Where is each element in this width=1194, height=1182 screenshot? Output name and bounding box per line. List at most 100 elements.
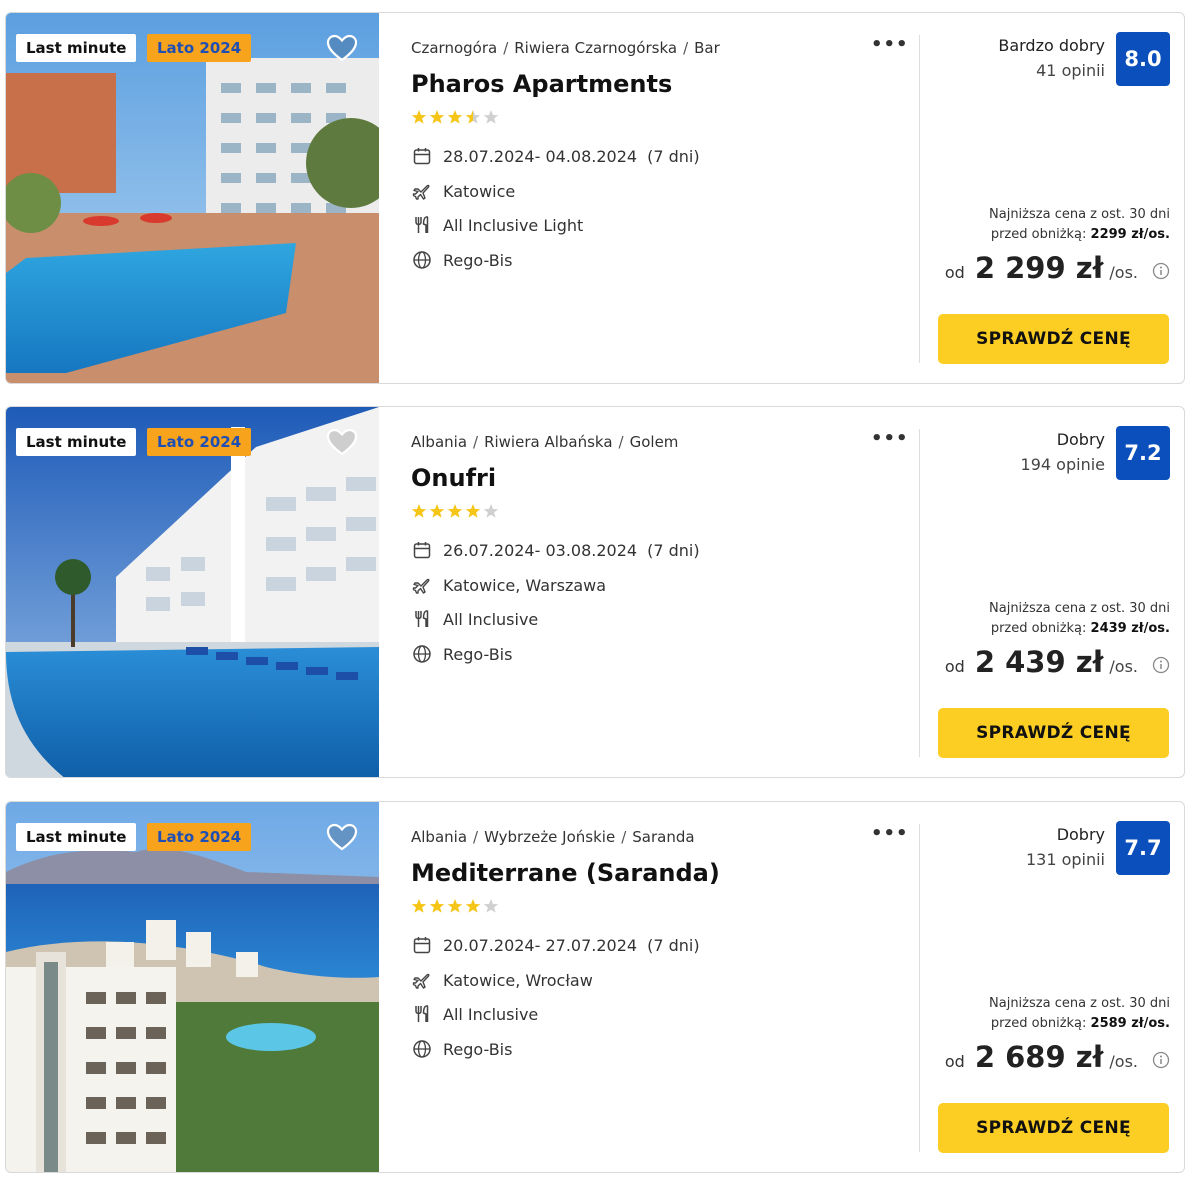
price-value: 2 439 zł bbox=[974, 645, 1104, 679]
rating-label: Dobry bbox=[1056, 430, 1105, 449]
country-link[interactable]: Albania bbox=[411, 828, 467, 846]
price-panel: Dobry 194 opinie 7.2 Najniższa cena z os… bbox=[920, 407, 1184, 777]
hotel-name[interactable]: Onufri bbox=[411, 464, 496, 492]
rating-label: Dobry bbox=[1056, 825, 1105, 844]
city-link[interactable]: Golem bbox=[630, 433, 679, 451]
more-dots-icon[interactable]: ••• bbox=[871, 430, 908, 451]
breadcrumb-separator: / bbox=[683, 39, 689, 57]
duration-text: (7 dni) bbox=[647, 146, 700, 166]
calendar-icon bbox=[411, 145, 433, 167]
star-icon bbox=[447, 503, 463, 519]
info-icon[interactable] bbox=[1152, 262, 1170, 280]
tour-operator: Rego-Bis bbox=[411, 642, 512, 666]
departure-text: Katowice, Wrocław bbox=[443, 970, 593, 990]
hotel-name[interactable]: Pharos Apartments bbox=[411, 70, 672, 98]
operator-text: Rego-Bis bbox=[443, 1039, 513, 1059]
board-type: All Inclusive bbox=[411, 1002, 538, 1026]
location-breadcrumb: Albania / Wybrzeże Jońskie / Saranda bbox=[411, 828, 695, 846]
country-link[interactable]: Czarnogóra bbox=[411, 39, 497, 57]
star-icon bbox=[483, 503, 499, 519]
departure-city: Katowice, Wrocław bbox=[411, 968, 593, 992]
region-link[interactable]: Riwiera Albańska bbox=[484, 433, 612, 451]
hotel-photo-image bbox=[6, 802, 379, 1172]
lowest-price-value-line: przed obniżką: 2589 zł/os. bbox=[991, 1016, 1170, 1031]
region-link[interactable]: Riwiera Czarnogórska bbox=[514, 39, 677, 57]
star-icon bbox=[411, 503, 427, 519]
hotel-photo[interactable]: Last minute Lato 2024 bbox=[6, 407, 379, 777]
score-badge: 7.7 bbox=[1116, 821, 1170, 875]
info-icon[interactable] bbox=[1152, 656, 1170, 674]
breadcrumb-separator: / bbox=[503, 39, 509, 57]
hotel-photo[interactable]: Last minute Lato 2024 bbox=[6, 802, 379, 1172]
operator-text: Rego-Bis bbox=[443, 250, 513, 270]
more-dots-icon[interactable]: ••• bbox=[871, 36, 908, 57]
last-minute-badge: Last minute bbox=[16, 428, 137, 456]
plane-icon bbox=[411, 574, 433, 596]
board-text: All Inclusive bbox=[443, 1004, 539, 1024]
operator-text: Rego-Bis bbox=[443, 644, 513, 664]
offer-card[interactable]: Last minute Lato 2024 Czarnogóra / Riwiera… bbox=[5, 12, 1185, 384]
breadcrumb-separator: / bbox=[473, 433, 479, 451]
review-count[interactable]: 131 opinii bbox=[1026, 850, 1105, 869]
globe-icon bbox=[411, 249, 433, 271]
trip-dates: 28.07.2024- 04.08.2024 (7 dni) bbox=[411, 144, 700, 168]
star-rating bbox=[411, 503, 499, 519]
dates-text: 26.07.2024- 03.08.2024 bbox=[443, 540, 638, 560]
check-price-button[interactable]: SPRAWDŹ CENĘ bbox=[938, 314, 1169, 364]
city-link[interactable]: Bar bbox=[694, 39, 720, 57]
check-price-button[interactable]: SPRAWDŹ CENĘ bbox=[938, 708, 1169, 758]
board-type: All Inclusive Light bbox=[411, 213, 583, 237]
board-text: All Inclusive Light bbox=[443, 215, 584, 235]
heart-outline-icon[interactable] bbox=[326, 822, 358, 852]
star-icon bbox=[429, 898, 445, 914]
price-row: od 2 439 zł /os. bbox=[945, 645, 1170, 685]
review-count[interactable]: 194 opinie bbox=[1021, 455, 1105, 474]
star-icon bbox=[465, 898, 481, 914]
offer-card[interactable]: Last minute Lato 2024 Albania / Riwiera Al… bbox=[5, 406, 1185, 778]
star-icon bbox=[411, 109, 427, 125]
star-icon bbox=[465, 109, 481, 125]
trip-dates: 26.07.2024- 03.08.2024 (7 dni) bbox=[411, 538, 700, 562]
price-prefix: od bbox=[944, 263, 965, 282]
plane-icon bbox=[411, 969, 433, 991]
heart-outline-icon[interactable] bbox=[326, 33, 358, 63]
score-badge: 8.0 bbox=[1116, 32, 1170, 86]
lowest-price-prefix: przed obniżką: bbox=[990, 621, 1087, 636]
city-link[interactable]: Saranda bbox=[632, 828, 694, 846]
review-count[interactable]: 41 opinii bbox=[1036, 61, 1105, 80]
price-row: od 2 689 zł /os. bbox=[945, 1040, 1170, 1080]
globe-icon bbox=[411, 643, 433, 665]
dates-text: 28.07.2024- 04.08.2024 bbox=[443, 146, 638, 166]
heart-outline-icon[interactable] bbox=[326, 427, 358, 457]
price-prefix: od bbox=[944, 1052, 965, 1071]
tour-operator: Rego-Bis bbox=[411, 1037, 512, 1061]
offer-list: Last minute Lato 2024 Czarnogóra / Riwiera… bbox=[0, 0, 1194, 1182]
lowest-price-note: Najniższa cena z ost. 30 dni bbox=[989, 996, 1170, 1011]
departure-city: Katowice, Warszawa bbox=[411, 573, 606, 597]
lowest-price-value: 2439 zł/os. bbox=[1090, 621, 1170, 636]
breadcrumb-separator: / bbox=[621, 828, 627, 846]
star-icon bbox=[483, 898, 499, 914]
cutlery-icon bbox=[411, 608, 433, 630]
hotel-name[interactable]: Mediterrane (Saranda) bbox=[411, 859, 720, 887]
calendar-icon bbox=[411, 934, 433, 956]
price-unit: /os. bbox=[1109, 1052, 1138, 1071]
check-price-button[interactable]: SPRAWDŹ CENĘ bbox=[938, 1103, 1169, 1153]
calendar-icon bbox=[411, 539, 433, 561]
board-text: All Inclusive bbox=[443, 609, 539, 629]
hotel-photo[interactable]: Last minute Lato 2024 bbox=[6, 13, 379, 383]
info-icon[interactable] bbox=[1152, 1051, 1170, 1069]
price-value: 2 689 zł bbox=[974, 1040, 1104, 1074]
lowest-price-value: 2299 zł/os. bbox=[1090, 227, 1170, 242]
country-link[interactable]: Albania bbox=[411, 433, 467, 451]
price-row: od 2 299 zł /os. bbox=[945, 251, 1170, 291]
departure-city: Katowice bbox=[411, 179, 515, 203]
cutlery-icon bbox=[411, 1003, 433, 1025]
season-badge: Lato 2024 bbox=[147, 34, 252, 62]
region-link[interactable]: Wybrzeże Jońskie bbox=[484, 828, 615, 846]
lowest-price-note: Najniższa cena z ost. 30 dni bbox=[989, 207, 1170, 222]
offer-info: Czarnogóra / Riwiera Czarnogórska / Bar ••• … bbox=[411, 13, 916, 383]
offer-card[interactable]: Last minute Lato 2024 Albania / Wybrzeże J… bbox=[5, 801, 1185, 1173]
more-dots-icon[interactable]: ••• bbox=[871, 825, 908, 846]
board-type: All Inclusive bbox=[411, 607, 538, 631]
